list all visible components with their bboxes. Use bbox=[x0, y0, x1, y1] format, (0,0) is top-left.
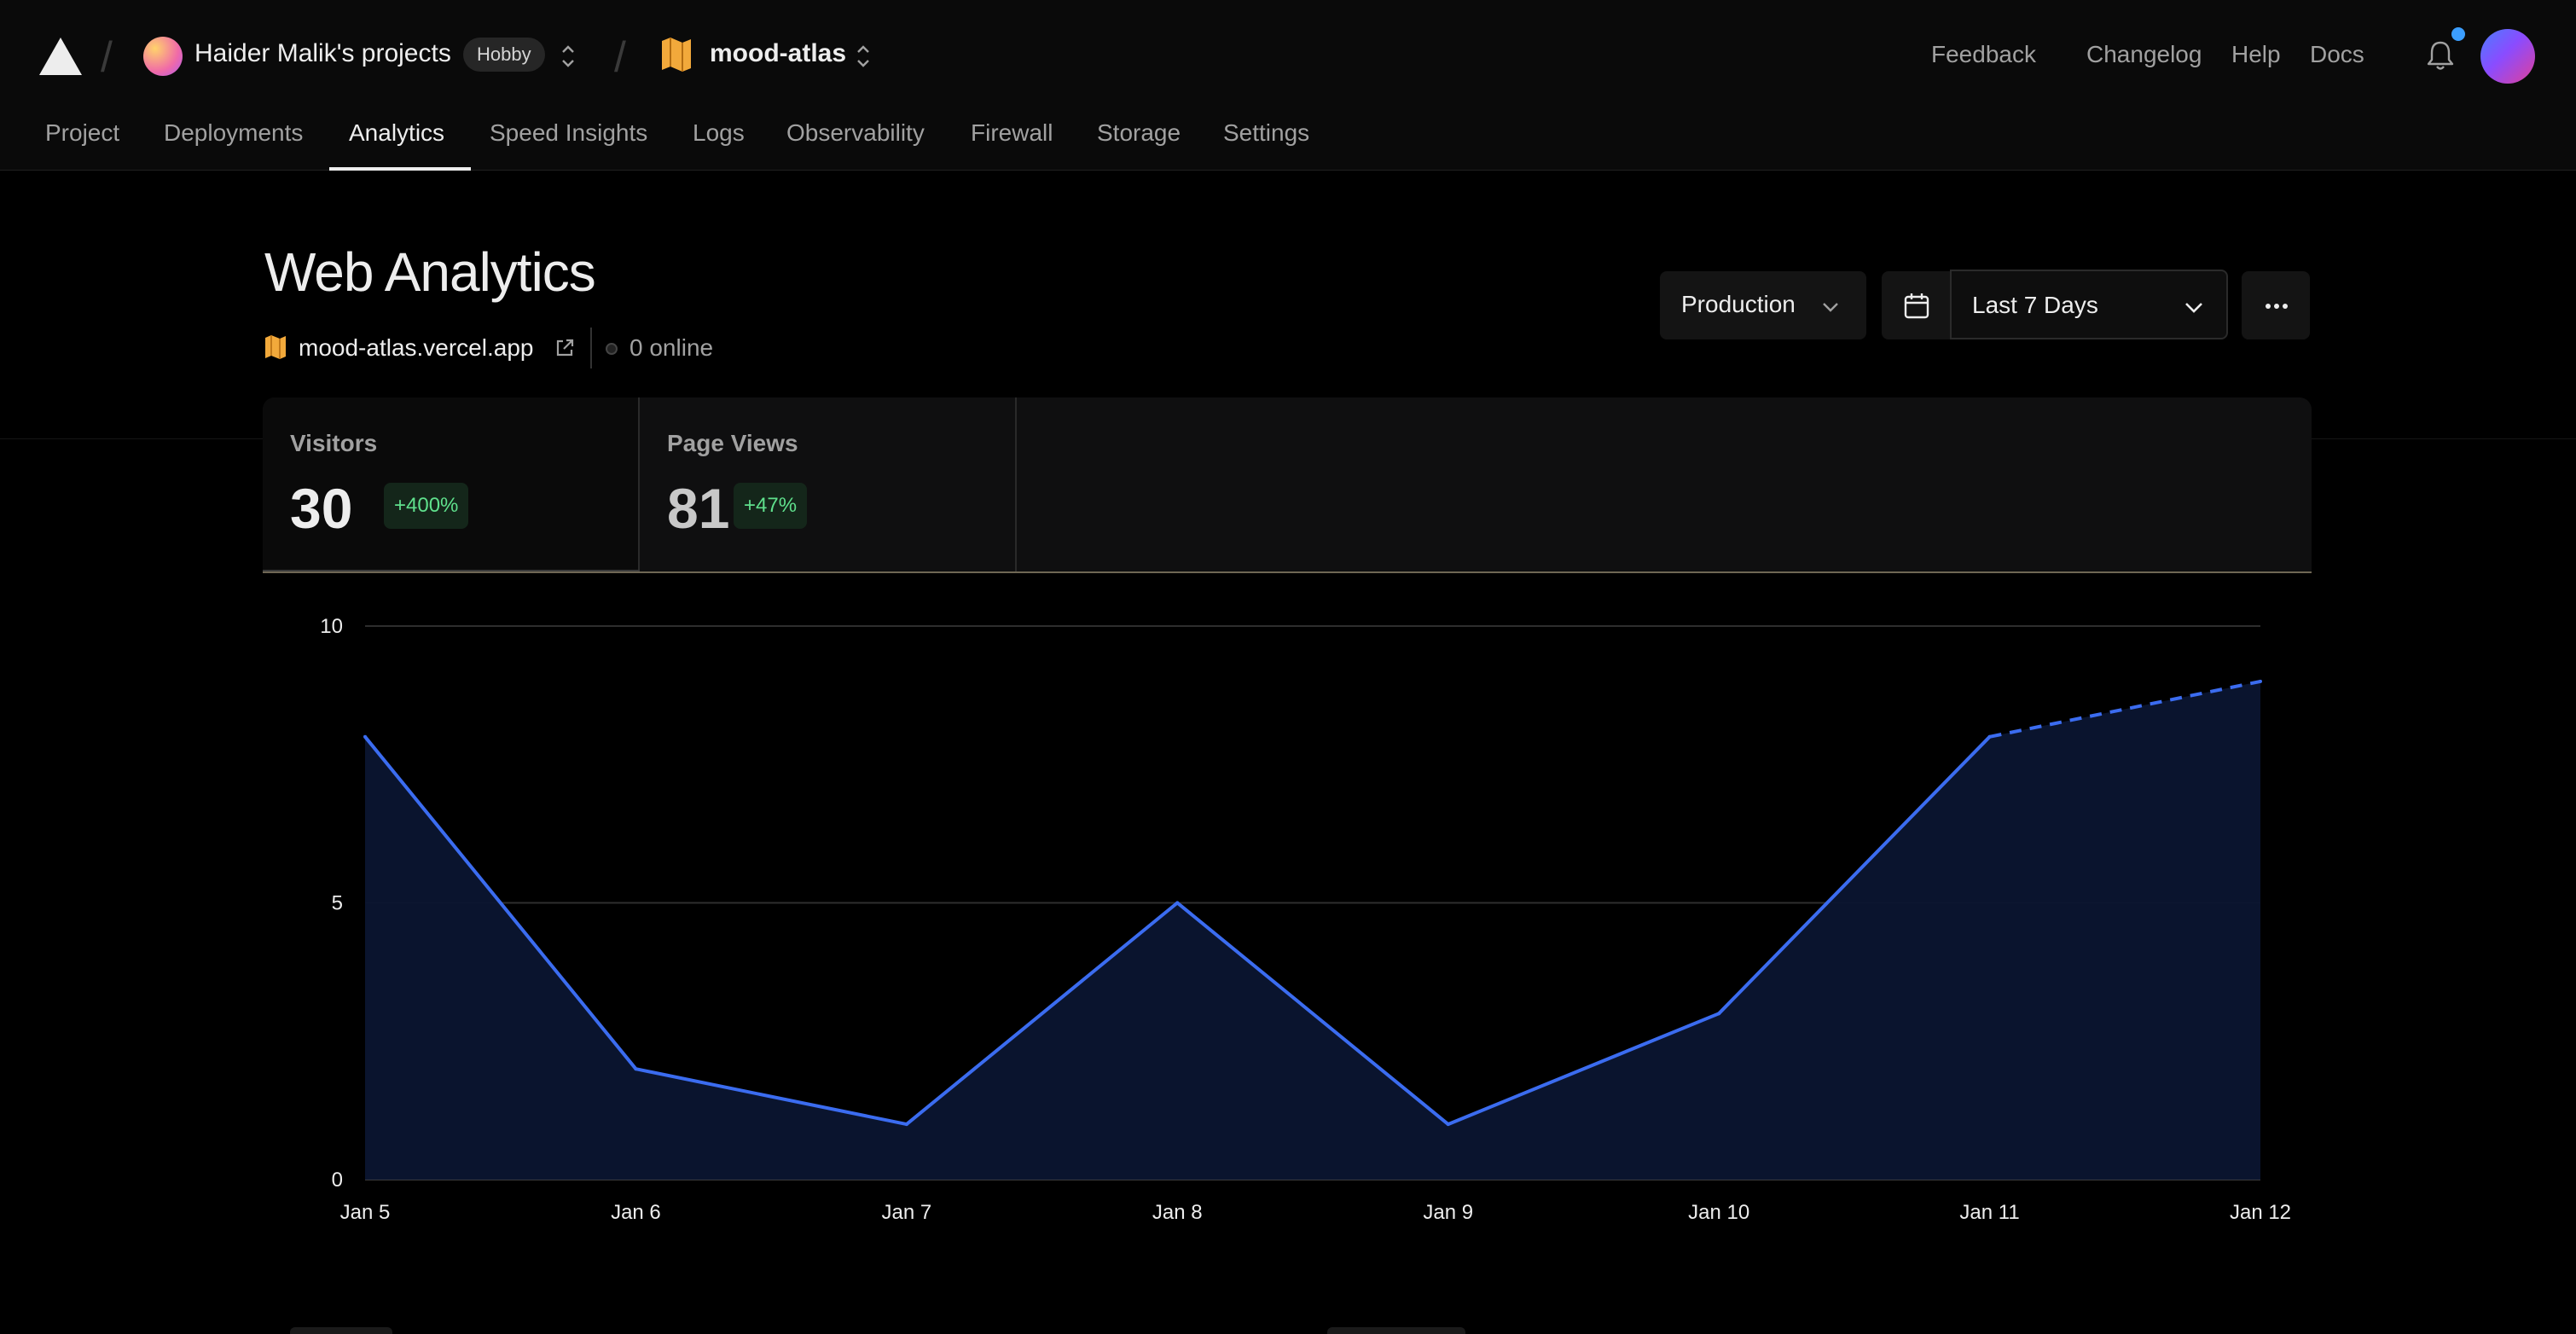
next-card-tab bbox=[1327, 1327, 1465, 1334]
tab-storage[interactable]: Storage bbox=[1097, 119, 1181, 147]
tab-deployments[interactable]: Deployments bbox=[164, 119, 303, 147]
data-point bbox=[363, 734, 367, 739]
project-map-icon bbox=[265, 335, 286, 359]
x-tick-label: Jan 10 bbox=[1688, 1201, 1749, 1224]
feedback-link[interactable]: Feedback bbox=[1931, 41, 2036, 68]
help-link[interactable]: Help bbox=[2231, 41, 2281, 68]
site-url-link[interactable]: mood-atlas.vercel.app bbox=[299, 334, 533, 362]
metric-label: Visitors bbox=[290, 430, 378, 456]
online-count: 0 online bbox=[629, 334, 714, 361]
chevron-down-icon bbox=[2185, 303, 2202, 313]
tab-settings[interactable]: Settings bbox=[1223, 119, 1309, 147]
metric-page-views[interactable]: Page Views 81 +47% bbox=[640, 397, 1017, 573]
environment-select[interactable]: Production bbox=[1660, 271, 1866, 339]
next-card-tab bbox=[290, 1327, 392, 1334]
data-point bbox=[634, 1067, 638, 1071]
metrics-card: Visitors 30 +400% Page Views 81 +47% bbox=[263, 397, 2312, 573]
data-point bbox=[1987, 734, 1992, 739]
project-tabs: Project Deployments Analytics Speed Insi… bbox=[0, 111, 2576, 171]
plan-badge: Hobby bbox=[463, 38, 545, 72]
x-tick-label: Jan 12 bbox=[2230, 1201, 2291, 1224]
y-tick-label: 10 bbox=[320, 615, 343, 638]
metric-value: 30 bbox=[290, 477, 353, 540]
data-point bbox=[1717, 1012, 1721, 1016]
page-title: Web Analytics bbox=[264, 241, 596, 303]
environment-select-label: Production bbox=[1681, 291, 1796, 317]
x-tick-label: Jan 8 bbox=[1152, 1201, 1203, 1224]
x-tick-label: Jan 6 bbox=[611, 1201, 661, 1224]
metric-change-badge: +400% bbox=[384, 483, 469, 529]
header-row: / Haider Malik's projects Hobby / mood-a… bbox=[0, 0, 2576, 111]
data-point bbox=[2259, 679, 2262, 683]
team-name[interactable]: Haider Malik's projects bbox=[194, 39, 451, 68]
visitors-chart: 0 5 10 Jan 5 Jan 6 Jan 7 Jan 8 Jan 9 Jan 10 Jan 1… bbox=[307, 597, 2303, 1237]
metric-value: 81 bbox=[667, 477, 730, 540]
project-map-icon[interactable] bbox=[660, 36, 693, 72]
data-point bbox=[904, 1122, 908, 1127]
chevron-down-icon bbox=[1823, 303, 1838, 312]
more-options-button[interactable] bbox=[2242, 271, 2310, 339]
breadcrumb-separator-icon: / bbox=[101, 33, 113, 81]
online-status-icon bbox=[606, 343, 618, 355]
changelog-link[interactable]: Changelog bbox=[2086, 41, 2202, 68]
tab-project[interactable]: Project bbox=[45, 119, 119, 147]
calendar-icon bbox=[1904, 293, 1929, 319]
tab-firewall[interactable]: Firewall bbox=[971, 119, 1053, 147]
metrics-card-border bbox=[263, 571, 2312, 573]
tab-logs[interactable]: Logs bbox=[693, 119, 745, 147]
divider bbox=[590, 328, 592, 368]
metric-label: Page Views bbox=[667, 430, 798, 456]
x-tick-label: Jan 7 bbox=[881, 1201, 931, 1224]
calendar-button[interactable] bbox=[1882, 271, 1950, 339]
team-avatar[interactable] bbox=[143, 37, 183, 76]
tab-observability[interactable]: Observability bbox=[786, 119, 925, 147]
project-name[interactable]: mood-atlas bbox=[710, 39, 846, 68]
x-tick-label: Jan 11 bbox=[1959, 1201, 2019, 1224]
notifications-bell-icon[interactable] bbox=[2422, 38, 2458, 73]
x-tick-label: Jan 5 bbox=[340, 1201, 391, 1224]
project-switcher-chevron-icon[interactable] bbox=[853, 41, 873, 72]
y-tick-label: 0 bbox=[332, 1169, 343, 1192]
metric-change-badge: +47% bbox=[734, 483, 808, 529]
vercel-logo-icon[interactable] bbox=[38, 36, 84, 77]
notification-dot bbox=[2451, 27, 2465, 41]
data-point bbox=[1175, 901, 1180, 905]
date-range-label: Last 7 Days bbox=[1972, 292, 2098, 318]
top-header: / Haider Malik's projects Hobby / mood-a… bbox=[0, 0, 2576, 171]
data-point bbox=[1446, 1122, 1450, 1127]
y-tick-label: 5 bbox=[332, 892, 343, 915]
date-range-select[interactable]: Last 7 Days bbox=[1950, 270, 2228, 339]
chart-area bbox=[365, 681, 2260, 1180]
breadcrumb-separator-icon: / bbox=[614, 33, 626, 81]
visitors-chart-svg: 0 5 10 Jan 5 Jan 6 Jan 7 Jan 8 Jan 9 Jan 10 Jan 1… bbox=[320, 615, 2291, 1224]
x-tick-label: Jan 9 bbox=[1423, 1201, 1473, 1224]
tab-analytics[interactable]: Analytics bbox=[349, 119, 444, 147]
user-avatar[interactable] bbox=[2480, 29, 2535, 84]
more-horizontal-icon bbox=[2266, 304, 2288, 309]
metric-visitors[interactable]: Visitors 30 +400% bbox=[263, 397, 640, 573]
docs-link[interactable]: Docs bbox=[2310, 41, 2364, 68]
active-tab-indicator bbox=[329, 167, 471, 171]
external-link-icon[interactable] bbox=[554, 338, 575, 358]
team-switcher-chevron-icon[interactable] bbox=[558, 41, 578, 72]
tab-speed-insights[interactable]: Speed Insights bbox=[490, 119, 647, 147]
